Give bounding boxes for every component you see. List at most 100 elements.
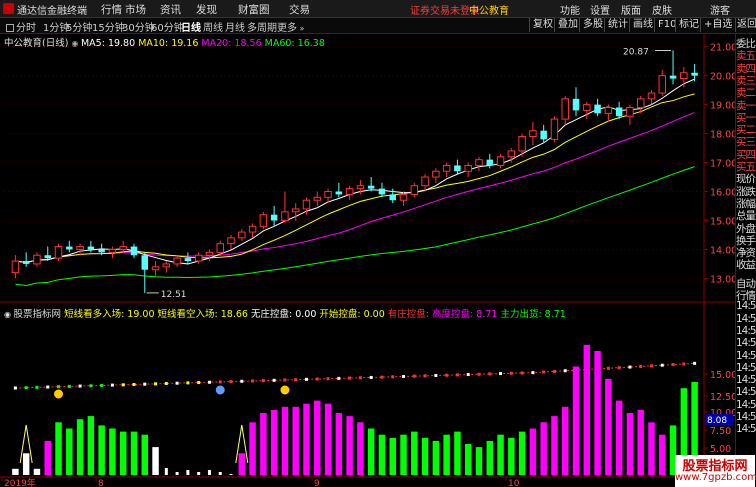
trend-dotted-line xyxy=(15,362,695,389)
trend-dot xyxy=(13,386,17,390)
period-tab-15min[interactable]: 15分钟 xyxy=(92,19,125,34)
hist-bar xyxy=(389,437,396,475)
hist-bar xyxy=(130,431,138,475)
menu-news[interactable]: 资讯 xyxy=(160,2,181,17)
trend-dot xyxy=(358,376,362,380)
btn-multi-stock[interactable]: 多股 xyxy=(579,18,606,32)
hist-bar xyxy=(615,400,623,475)
trend-dot xyxy=(251,379,255,383)
trend-dot xyxy=(164,382,168,386)
x-axis-label: 9 xyxy=(314,479,320,487)
period-tab-weekly[interactable]: 周线 xyxy=(203,19,223,34)
period-tab-daily[interactable]: 日线 xyxy=(181,19,201,34)
candle-body-up xyxy=(464,164,472,172)
settings-circle-icon[interactable]: ◉ xyxy=(4,310,14,319)
candle-body-up xyxy=(281,211,289,221)
candle-body-down xyxy=(540,130,547,140)
hist-bar xyxy=(443,434,450,475)
period-tab-more[interactable]: 更多 » xyxy=(277,19,304,34)
candle-body-up xyxy=(561,98,569,120)
ind-label-no-control: 无庄控盘: 0.00 xyxy=(250,309,317,320)
trend-dot xyxy=(175,381,179,385)
candle-body-up xyxy=(151,266,160,271)
trend-dot xyxy=(563,369,567,373)
hist-bar-neg xyxy=(164,468,168,475)
candle-body-up xyxy=(583,104,591,111)
btn-overlay[interactable]: 叠加 xyxy=(554,18,581,32)
btn-adjust[interactable]: 复权 xyxy=(529,18,556,32)
menu-skin[interactable]: 皮肤 xyxy=(652,2,672,17)
menu-discover[interactable]: 发现 xyxy=(196,2,217,17)
hist-bar xyxy=(260,413,267,475)
candle-body-down xyxy=(98,249,105,253)
trend-dot xyxy=(445,373,449,377)
trend-dot xyxy=(531,371,535,375)
menu-trade[interactable]: 交易 xyxy=(289,2,310,17)
candle-body-up xyxy=(496,156,505,166)
trend-dot xyxy=(240,379,244,383)
candle-body-up xyxy=(626,107,634,117)
hist-bar xyxy=(22,453,30,475)
title-bar: 通达信金融终端 行情 市场 资讯 发现 财富圈 交易 证券交易未登录 中公教育 … xyxy=(0,0,756,18)
btn-add-watchlist[interactable]: +自选 xyxy=(700,18,735,32)
menu-function[interactable]: 功能 xyxy=(560,2,580,17)
candle-body-up xyxy=(475,159,483,166)
ind-label-short-entry: 短线看空入场: 18.66 xyxy=(157,309,248,320)
period-tab-monthly[interactable]: 月线 xyxy=(225,19,245,34)
hist-bar-neg xyxy=(207,470,211,475)
candle-body-up xyxy=(410,185,419,195)
trend-dot xyxy=(35,385,39,389)
hist-bar xyxy=(497,434,504,475)
period-tab-multi[interactable]: 多周期 xyxy=(247,19,277,34)
period-tab-30min[interactable]: 30分钟 xyxy=(122,19,155,34)
chevron-right-icon: » xyxy=(297,24,305,33)
trend-dot xyxy=(283,378,287,382)
candle-body-down xyxy=(141,255,148,270)
hist-bar xyxy=(33,468,41,475)
btn-stats[interactable]: 统计 xyxy=(604,18,631,32)
trend-dot xyxy=(391,375,395,379)
trend-dot xyxy=(617,366,621,370)
period-tab-timeshare[interactable]: 分时 xyxy=(6,19,36,34)
period-tab-5min[interactable]: 5分钟 xyxy=(66,19,92,34)
candle-body-up xyxy=(680,72,688,80)
candle-body-down xyxy=(87,246,95,250)
btn-draw[interactable]: 画线 xyxy=(629,18,656,32)
candle-body-down xyxy=(270,214,278,221)
hist-bar xyxy=(551,416,558,475)
tick-time: 14:5 xyxy=(736,386,756,399)
hist-bar-neg xyxy=(186,470,190,475)
trend-dot xyxy=(380,375,384,379)
period-tab-60min[interactable]: 60分钟 xyxy=(151,19,184,34)
hist-bar xyxy=(98,425,105,475)
trend-dot xyxy=(466,373,470,377)
kline-chart[interactable]: 21.00 20.00 19.00 18.00 17.00 16.00 15.00 14.00… xyxy=(0,34,735,487)
trend-dot xyxy=(57,385,61,389)
trend-dot xyxy=(606,366,610,370)
trend-dot xyxy=(509,371,513,375)
trend-dot xyxy=(326,377,330,381)
menu-layout[interactable]: 版面 xyxy=(621,2,641,17)
ind-label-start-control: 开始控盘: 0.00 xyxy=(319,309,385,320)
price-tick-label: 21.00 xyxy=(710,43,735,54)
menu-settings[interactable]: 设置 xyxy=(590,2,610,17)
hist-bar xyxy=(637,409,644,475)
hist-bar xyxy=(152,447,159,475)
btn-mark[interactable]: 标记 xyxy=(675,18,702,32)
trend-dot xyxy=(294,378,298,382)
user-guest[interactable]: 游客 xyxy=(710,2,730,17)
menu-market-quote[interactable]: 行情 xyxy=(101,2,122,17)
hist-bar xyxy=(12,468,19,475)
hist-bar xyxy=(141,434,148,475)
menu-market[interactable]: 市场 xyxy=(125,2,146,17)
price-tick-label: 14.00 xyxy=(710,245,735,256)
candle-body-up xyxy=(658,75,666,94)
hist-bar xyxy=(572,366,580,475)
trend-dot xyxy=(315,377,319,381)
btn-back[interactable]: 返回 xyxy=(735,18,756,32)
hist-bar xyxy=(454,431,461,475)
candle-body-down xyxy=(572,98,580,111)
candle-body-up xyxy=(604,107,613,114)
hist-bar xyxy=(109,428,116,475)
menu-wealth[interactable]: 财富圈 xyxy=(238,2,270,17)
